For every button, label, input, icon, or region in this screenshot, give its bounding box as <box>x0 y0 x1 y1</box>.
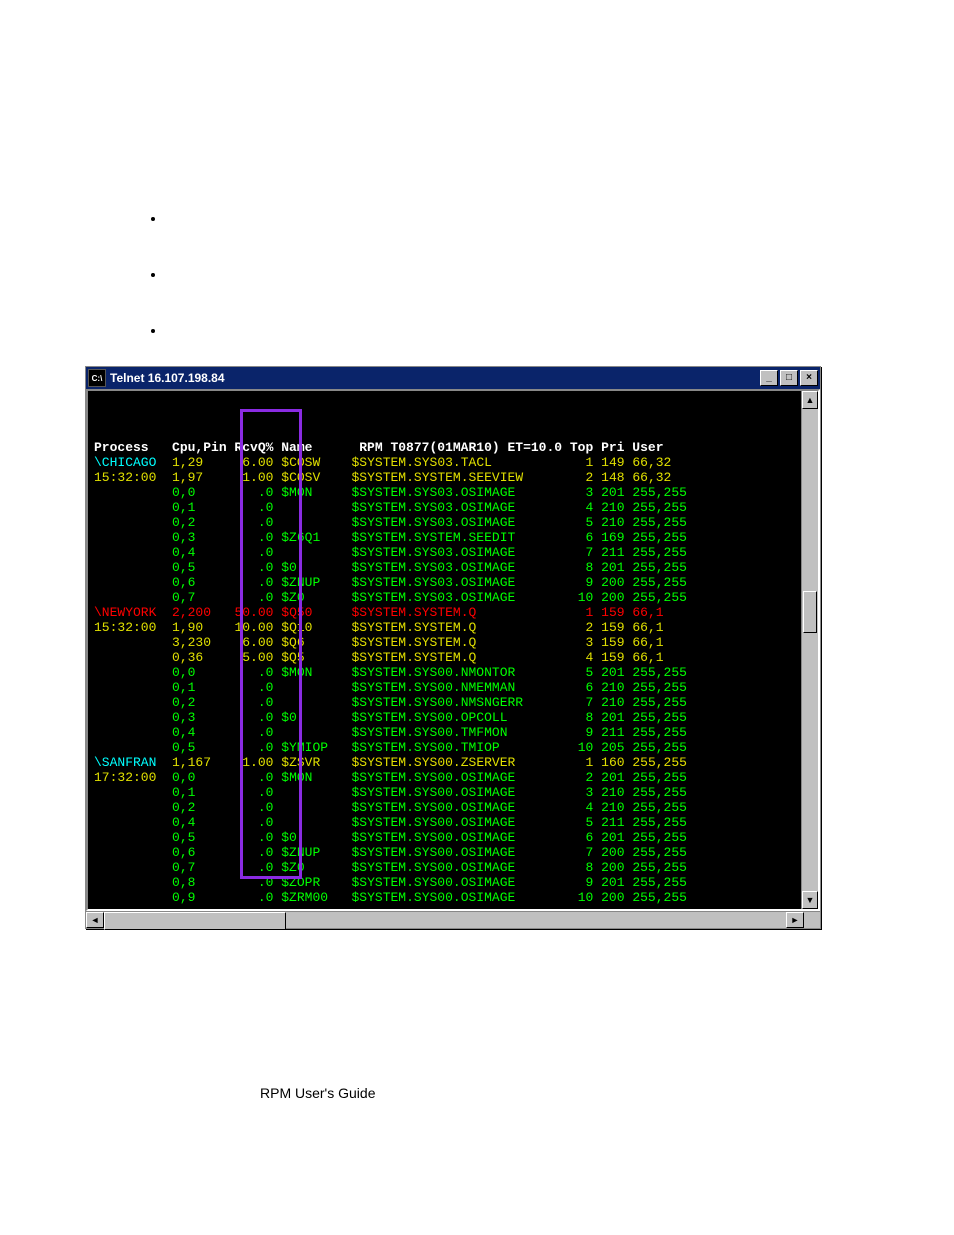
app-icon: C:\ <box>88 369 106 387</box>
process-row: 0,5 .0 $0 $SYSTEM.SYS03.OSIMAGE 8 201 25… <box>94 560 802 575</box>
process-row: 0,9 .0 $ZRM00 $SYSTEM.SYS00.OSIMAGE 10 2… <box>94 890 802 905</box>
process-row: 17:32:00 0,0 .0 $MON $SYSTEM.SYS00.OSIMA… <box>94 770 802 785</box>
hscroll-thumb[interactable] <box>104 912 286 930</box>
process-row: 15:32:00 1,97 1.00 $COSV $SYSTEM.SYSTEM.… <box>94 470 802 485</box>
process-row: \CHICAGO 1,29 6.00 $COSW $SYSTEM.SYS03.T… <box>94 455 802 470</box>
process-row: 0,5 .0 $0 $SYSTEM.SYS00.OSIMAGE 6 201 25… <box>94 830 802 845</box>
scroll-right-icon[interactable]: ► <box>786 912 804 928</box>
resize-grip[interactable] <box>804 912 820 928</box>
scroll-down-icon[interactable]: ▼ <box>802 891 818 909</box>
scroll-up-icon[interactable]: ▲ <box>802 391 818 409</box>
process-row: 0,3 .0 $0 $SYSTEM.SYS00.OPCOLL 8 201 255… <box>94 710 802 725</box>
minimize-button[interactable]: _ <box>760 370 778 386</box>
terminal-area[interactable]: Process Cpu,Pin RcvQ% Name RPM T0877(01M… <box>86 389 820 911</box>
process-row: 0,8 .0 $ZOPR $SYSTEM.SYS00.OSIMAGE 9 201… <box>94 875 802 890</box>
horizontal-scrollbar[interactable]: ◄ ► <box>86 911 820 928</box>
process-row: 0,7 .0 $Z0 $SYSTEM.SYS03.OSIMAGE 10 200 … <box>94 590 802 605</box>
process-row: \NEWYORK 2,200 50.00 $Q50 $SYSTEM.SYSTEM… <box>94 605 802 620</box>
bullet-item <box>165 267 169 283</box>
process-row: 0,6 .0 $ZNUP $SYSTEM.SYS03.OSIMAGE 9 200… <box>94 575 802 590</box>
process-row: 0,6 .0 $ZNUP $SYSTEM.SYS00.OSIMAGE 7 200… <box>94 845 802 860</box>
process-row: 0,4 .0 $SYSTEM.SYS00.OSIMAGE 5 211 255,2… <box>94 815 802 830</box>
process-row: 0,2 .0 $SYSTEM.SYS00.OSIMAGE 4 210 255,2… <box>94 800 802 815</box>
telnet-window: C:\ Telnet 16.107.198.84 _ □ × Process C… <box>85 366 821 929</box>
process-row: 0,2 .0 $SYSTEM.SYS03.OSIMAGE 5 210 255,2… <box>94 515 802 530</box>
scroll-thumb[interactable] <box>803 591 817 633</box>
close-button[interactable]: × <box>800 370 818 386</box>
header-row: Process Cpu,Pin RcvQ% Name RPM T0877(01M… <box>94 440 802 455</box>
process-row: 0,5 .0 $YMIOP $SYSTEM.SYS00.TMIOP 10 205… <box>94 740 802 755</box>
bullet-list <box>125 211 169 379</box>
footer-text: RPM User's Guide <box>260 1085 375 1101</box>
bullet-item <box>165 323 169 339</box>
process-row: 0,1 .0 $SYSTEM.SYS00.OSIMAGE 3 210 255,2… <box>94 785 802 800</box>
process-row: 0,1 .0 $SYSTEM.SYS00.NMEMMAN 6 210 255,2… <box>94 680 802 695</box>
process-row: \SANFRAN 1,167 1.00 $ZSVR $SYSTEM.SYS00.… <box>94 755 802 770</box>
vertical-scrollbar[interactable]: ▲ ▼ <box>801 391 818 909</box>
process-row: 15:32:00 1,90 10.00 $Q10 $SYSTEM.SYSTEM.… <box>94 620 802 635</box>
process-row: 0,36 5.00 $Q5 $SYSTEM.SYSTEM.Q 4 159 66,… <box>94 650 802 665</box>
process-row: 0,1 .0 $SYSTEM.SYS03.OSIMAGE 4 210 255,2… <box>94 500 802 515</box>
scroll-left-icon[interactable]: ◄ <box>86 912 104 928</box>
process-row: 0,0 .0 $MON $SYSTEM.SYS03.OSIMAGE 3 201 … <box>94 485 802 500</box>
terminal-content: Process Cpu,Pin RcvQ% Name RPM T0877(01M… <box>88 391 802 909</box>
process-row: 0,7 .0 $Z0 $SYSTEM.SYS00.OSIMAGE 8 200 2… <box>94 860 802 875</box>
window-title: Telnet 16.107.198.84 <box>110 371 225 385</box>
process-row: 3,230 6.00 $Q6 $SYSTEM.SYSTEM.Q 3 159 66… <box>94 635 802 650</box>
bullet-item <box>165 211 169 227</box>
title-bar[interactable]: C:\ Telnet 16.107.198.84 _ □ × <box>86 367 820 389</box>
maximize-button[interactable]: □ <box>780 370 798 386</box>
process-row: 0,0 .0 $MON $SYSTEM.SYS00.NMONTOR 5 201 … <box>94 665 802 680</box>
process-row: 0,3 .0 $Z6Q1 $SYSTEM.SYSTEM.SEEDIT 6 169… <box>94 530 802 545</box>
process-row: 0,4 .0 $SYSTEM.SYS00.TMFMON 9 211 255,25… <box>94 725 802 740</box>
process-row: 0,4 .0 $SYSTEM.SYS03.OSIMAGE 7 211 255,2… <box>94 545 802 560</box>
process-row: 0,2 .0 $SYSTEM.SYS00.NMSNGERR 7 210 255,… <box>94 695 802 710</box>
